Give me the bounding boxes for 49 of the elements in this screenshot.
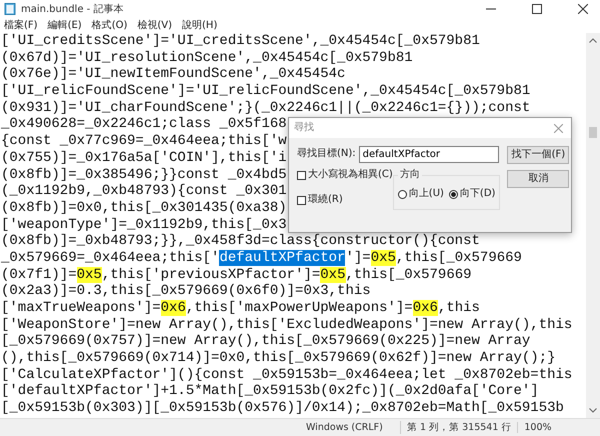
maximize-icon[interactable] [532,4,542,14]
code-line: [_0x579669(0x757)]=new Array(),this[_0x579669(0x225)]=new Array [1,333,530,350]
scrollbar[interactable] [586,33,600,418]
dialog-button[interactable]: 取消 [507,170,570,188]
code-line: (_0x1192b9,_0xb48793){const _0x301 [1,183,287,200]
group-label: 方向 [398,168,421,182]
code-line: (0x755)]=_0x176a5a['COIN'],this['i [1,150,287,166]
code-line: (0x8fb)]=0x0,this[_0x301435(0xa38) [1,200,287,217]
code-line: (0x931)]='UI_charFoundScene';}(_0x2246c1||(_0x2246c1={}));const [1,100,530,116]
scroll-thumb[interactable] [589,127,597,138]
radio-option[interactable]: 向上(U) [398,186,444,204]
code-line: [_0x59153b(0x303)][_0x59153b(0x576)]/0x14);_0x8702eb=Math[_0x59153b [1,400,564,417]
find-field[interactable]: defaultXPfactor [358,146,499,163]
code-line: ['weaponType']=_0x1192b9,this[_0x3 [1,216,287,234]
status-text: 第 1 列，第 315541 行 [400,421,518,434]
status-text: 100% [517,422,558,433]
scroll-up-icon[interactable] [589,38,597,43]
code-line: (0x2a3)]=0.3,this[_0x579669(0x6f0)]=0x3,this [1,283,371,300]
menu-item[interactable]: 說明(H) [182,18,218,32]
code-line: ['maxTrueWeapons']=0x6,this['maxPowerUpWeapons']=0x6,this [1,300,480,317]
code-line: ['defaultXPfactor']+1.5*Math[_0x59153b(0x2fc)](_0x2d0afa['Core'] [1,383,539,400]
checkbox-option[interactable]: 環繞(R) [297,192,393,208]
code-line: (0x8fb)]=_0xb48793;}},_0x458f3d=class{constructor(){const [1,233,480,250]
code-line: {const _0x77c969=_0x464eea;this['w [1,133,287,150]
code-line: (0x76e)]='UI_newItemFoundScene',_0x45454c [1,66,346,84]
code-line: _0x579669=_0x464eea;this['defaultXPfactor']=0x5,this[_0x579669 [1,250,522,267]
code-line: (0x7f1)]=0x5,this['previousXPfactor']=0x5,this[_0x579669 [1,266,472,284]
menu-item[interactable]: 編輯(E) [48,18,82,32]
status-text: Windows (CRLF) [306,422,384,433]
radio-option[interactable]: 向下(D) [448,186,496,204]
menu-item[interactable]: 檢視(V) [137,18,172,32]
notepad-icon [4,2,16,14]
code-line: (0x8fb)]=_0x385496;}}const _0x4bd5 [1,166,287,184]
dialog-title: 尋找 [294,120,314,135]
checkbox-option[interactable]: 大小寫視為相異(C) [297,167,393,184]
code-line: (0x67d)]='UI_resolutionScene',_0x45454c[_0x579b81 [1,50,413,66]
close-icon[interactable] [578,4,588,14]
code-line: (),this[_0x579669(0x714)]=0x0,this[_0x579669(0x62f)]=new Array();} [1,350,556,367]
window-title: main.bundle - 記事本 [21,2,124,16]
code-line: _0x490628=_0x2246c1;class _0x5f168 [1,116,287,134]
find-label: 尋找目標(N): [297,146,356,162]
dialog-button[interactable]: 找下一個(F) [507,146,570,164]
menu-item[interactable]: 格式(O) [92,18,128,32]
scroll-down-icon[interactable] [589,408,597,413]
code-line: ['UI_creditsScene']='UI_creditsScene',_0x45454c[_0x579b81 [1,33,480,50]
code-line: ['WeaponStore']=new Array(),this['ExcludedWeapons']=new Array(),this [1,316,572,334]
code-line: ['CalculateXPfactor'](){const _0x59153b=_0x464eea;let _0x8702eb=this [1,366,572,384]
code-line: ['UI_relicFoundScene']='UI_relicFoundScene',_0x45454c[_0x579b81 [1,83,530,100]
menu-item[interactable]: 檔案(F) [4,18,38,32]
